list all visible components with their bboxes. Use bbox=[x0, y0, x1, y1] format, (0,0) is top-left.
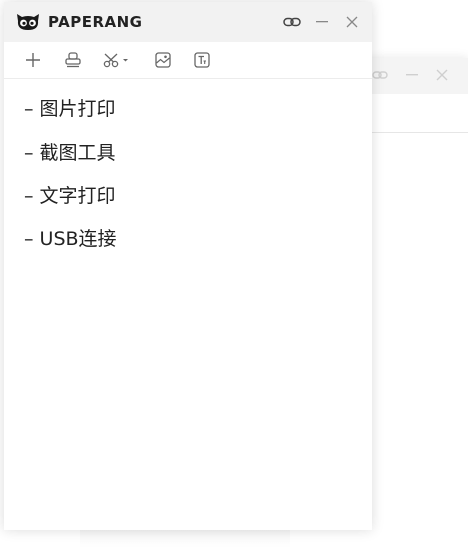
stamp-icon[interactable] bbox=[62, 49, 84, 71]
image-icon[interactable] bbox=[152, 49, 174, 71]
background-close-icon[interactable] bbox=[434, 67, 450, 83]
background-minimize-icon[interactable] bbox=[404, 67, 420, 83]
app-title: PAPERANG bbox=[48, 13, 143, 31]
link-icon[interactable] bbox=[282, 12, 302, 32]
bottom-shadow bbox=[80, 530, 290, 548]
toolbar bbox=[4, 42, 372, 79]
main-window: PAPERANG – 图片打印 – 截图工具 – 文字打印 – USB连接 bbox=[4, 2, 372, 530]
plus-icon[interactable] bbox=[22, 49, 44, 71]
list-item: – USB连接 bbox=[24, 228, 117, 250]
paperang-cat-logo-icon bbox=[15, 12, 41, 32]
background-link-icon[interactable] bbox=[372, 67, 388, 83]
list-item: – 图片打印 bbox=[24, 98, 116, 120]
list-item: – 文字打印 bbox=[24, 185, 116, 207]
minimize-icon[interactable] bbox=[312, 12, 332, 32]
titlebar[interactable]: PAPERANG bbox=[4, 2, 372, 42]
scissors-icon[interactable] bbox=[102, 49, 132, 71]
close-icon[interactable] bbox=[342, 12, 362, 32]
text-box-icon[interactable] bbox=[191, 49, 213, 71]
list-item: – 截图工具 bbox=[24, 142, 116, 164]
desktop: PAPERANG – 图片打印 – 截图工具 – 文字打印 – USB连接 bbox=[0, 0, 468, 548]
